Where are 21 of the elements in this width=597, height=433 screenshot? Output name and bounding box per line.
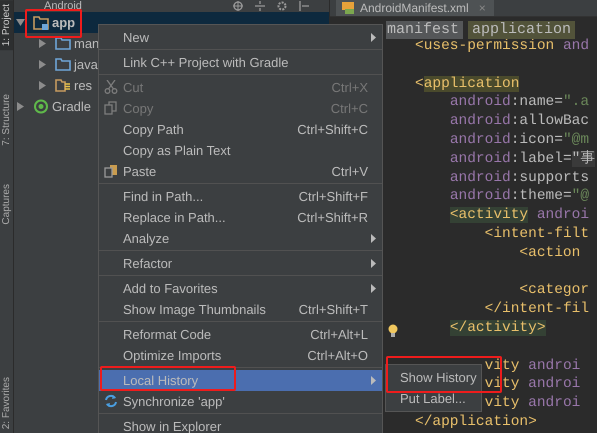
code-line: android:supports [450, 170, 590, 186]
code-line: <categor [519, 282, 590, 298]
tree-label: Gradle [52, 99, 92, 114]
code-line: android:label="事 [450, 150, 596, 167]
code-line: android:allowBac [450, 113, 590, 130]
code-line: <activity androi [450, 207, 590, 224]
tree-label: java [74, 57, 98, 72]
code-line: <action [519, 244, 580, 261]
tree-label: app [52, 15, 76, 30]
code-line: <application [415, 76, 520, 92]
code-line: <uses-permission and [415, 38, 590, 54]
tab-label: AndroidManifest.xml [360, 1, 469, 15]
code-line: android:name=".a [450, 94, 590, 110]
code-line: vity androi [484, 395, 580, 412]
code-line: android:theme="@ [450, 188, 590, 204]
code-line: android:icon="@m [450, 132, 590, 148]
tree-label: res [74, 78, 92, 93]
code-line: </application> [415, 414, 537, 430]
tree-label: man [74, 36, 100, 51]
code-line: </intent-fil [484, 301, 590, 318]
code-line: <intent-filt [484, 226, 590, 242]
